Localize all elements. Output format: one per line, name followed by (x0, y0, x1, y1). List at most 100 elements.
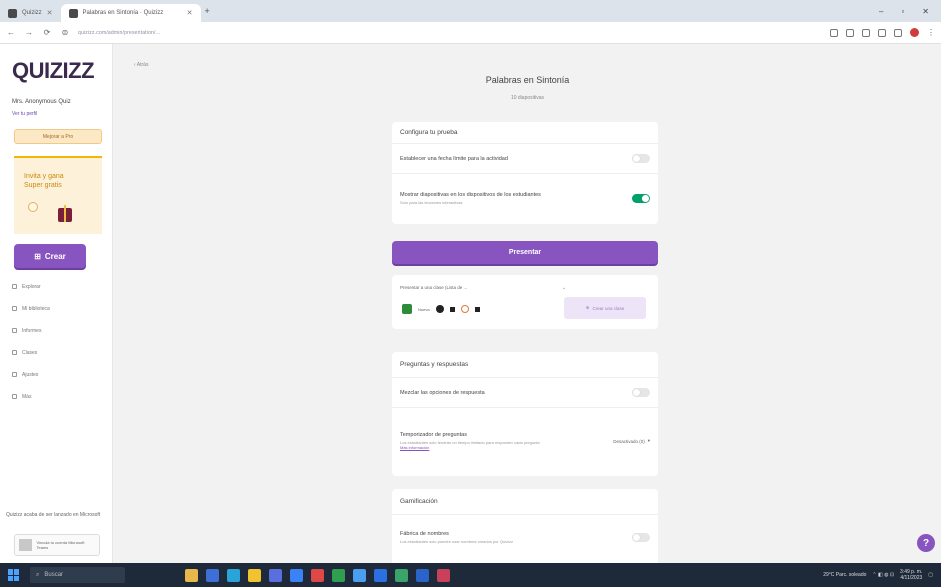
quizizz-logo[interactable]: QUIZIZZ (12, 58, 95, 84)
settings-icon (12, 372, 17, 377)
install-icon[interactable] (830, 28, 838, 37)
sidebar-item-reports[interactable]: Informes (12, 326, 50, 335)
shuffle-row: Mezclar las opciones de respuesta (392, 378, 658, 408)
google-classroom-icon[interactable] (402, 304, 412, 314)
shuffle-toggle[interactable] (632, 388, 650, 397)
sidebar-item-more[interactable]: Más (12, 392, 50, 401)
deadline-toggle[interactable] (632, 154, 650, 163)
back-link[interactable]: ‹ Atrás (134, 62, 148, 68)
taskbar-apps (185, 568, 450, 582)
name-factory-toggle[interactable] (632, 532, 650, 542)
bookmark-star-icon[interactable] (846, 28, 854, 37)
schoology-icon[interactable] (460, 305, 469, 313)
explore-icon (12, 284, 17, 289)
gamification-card: Gamificación Fábrica de nombres Los estu… (392, 489, 658, 563)
page-title: Palabras en Sintonía (485, 75, 570, 85)
store-icon[interactable] (269, 568, 282, 582)
sidebar-item-explore[interactable]: Explorar (12, 282, 50, 291)
present-button[interactable]: Presentar (392, 241, 658, 264)
timer-more-info-link[interactable]: Más información (400, 445, 593, 450)
app-icon[interactable] (437, 568, 450, 582)
create-class-button[interactable]: ⊕ Crear una clase (564, 297, 646, 319)
microsoft-teams-link[interactable]: Vincula tu cuenta Microsoft Teams (14, 534, 100, 556)
chrome-icon[interactable] (332, 568, 345, 582)
app-icon[interactable] (353, 568, 366, 582)
reload-icon[interactable]: ⟳ (42, 28, 52, 37)
questions-heading: Preguntas y respuestas (392, 352, 658, 378)
forward-arrow-icon[interactable]: → (24, 28, 34, 37)
promo-card[interactable]: Invita y gana Super gratis (14, 156, 102, 234)
profile-avatar-icon[interactable] (910, 28, 919, 37)
timer-dropdown[interactable]: Desactivado (0) ▾ (613, 438, 650, 444)
address-bar: ← → ⟳ ⊜ quizizz.com/admin/presentation/.… (0, 22, 941, 44)
system-tray: 29°C Parc. soleado ⌃ ◧ ◍ ⊡ 3:49 p. m. 4/… (823, 569, 933, 581)
notifications-icon[interactable]: ▢ (928, 572, 933, 578)
clock[interactable]: 3:49 p. m. 4/11/2023 (900, 569, 922, 581)
windows-start-icon[interactable] (8, 569, 20, 581)
sidebar-item-classes[interactable]: Clases (12, 348, 50, 357)
teams-image-icon (19, 539, 33, 551)
canvas-icon[interactable] (435, 305, 444, 313)
show-slides-sub: Solo para las lecciones interactivas (400, 199, 463, 205)
classes-icon (12, 350, 17, 355)
sidebar-item-label: Mi biblioteca (22, 305, 50, 312)
edge-icon[interactable] (227, 568, 240, 582)
teams-link-label: Vincula tu cuenta Microsoft Teams (36, 540, 85, 550)
shuffle-label: Mezclar las opciones de respuesta (400, 389, 485, 396)
weather-status[interactable]: 29°C Parc. soleado (823, 572, 866, 578)
upgrade-button[interactable]: Mejorar a Pro (14, 129, 102, 144)
timer-row: Temporizador de preguntas Los estudiante… (392, 408, 658, 474)
app-icon[interactable] (416, 568, 429, 582)
more-icon (12, 394, 17, 399)
sidebar-item-label: Informes (22, 327, 42, 334)
app-icon[interactable] (395, 568, 408, 582)
tab-close-icon[interactable]: ✕ (187, 9, 193, 17)
tab-label: Palabras en Sintonía · Quizizz (82, 10, 164, 16)
weather-widget-icon[interactable] (185, 568, 198, 582)
file-explorer-icon[interactable] (248, 568, 261, 582)
show-slides-toggle[interactable] (632, 193, 650, 203)
help-button[interactable]: ? (917, 534, 935, 552)
mail-icon[interactable] (290, 568, 303, 582)
toolbar-icons: ⋮ (830, 28, 935, 37)
promo-text: Invita y gana Super gratis (24, 173, 64, 189)
app-icon[interactable] (311, 568, 324, 582)
task-view-icon[interactable] (206, 568, 219, 582)
maximize-icon[interactable]: ▫ (901, 7, 904, 16)
tab-close-icon[interactable]: ✕ (47, 9, 53, 17)
coin-icon (28, 202, 38, 212)
extensions-icon[interactable] (862, 28, 870, 37)
minimize-icon[interactable]: – (879, 7, 883, 16)
site-info-icon[interactable]: ⊜ (60, 28, 70, 37)
window-close-icon[interactable]: ✕ (922, 7, 929, 16)
tray-icons[interactable]: ⌃ ◧ ◍ ⊡ (872, 572, 894, 578)
url-field[interactable]: quizizz.com/admin/presentation/... (78, 30, 822, 36)
class-select[interactable]: Presentar a una clase (Lista de ... (400, 285, 467, 290)
back-arrow-icon[interactable]: ← (6, 28, 16, 37)
new-tab-icon[interactable]: + (205, 6, 210, 16)
lock-icon (474, 306, 480, 312)
create-button-label: Crear (44, 251, 66, 261)
downloads-icon[interactable] (894, 28, 902, 37)
sidebar-item-label: Explorar (22, 283, 41, 290)
browser-menu-icon[interactable]: ⋮ (927, 28, 935, 37)
view-profile-link[interactable]: Ver tu perfil (12, 111, 37, 117)
taskbar-search[interactable]: ⌕ Buscar (30, 567, 125, 583)
browser-tab-active[interactable]: Palabras en Sintonía · Quizizz ✕ (60, 4, 201, 22)
sidebar-item-library[interactable]: Mi biblioteca (12, 304, 50, 313)
browser-tab[interactable]: Quizizz ✕ (0, 4, 61, 22)
sidebar-item-settings[interactable]: Ajustes (12, 370, 50, 379)
gift-icon (58, 205, 72, 222)
show-slides-label: Mostrar diapositivas en los dispositivos… (400, 191, 541, 198)
tab-favicon-icon (68, 8, 78, 18)
taskbar: ⌕ Buscar 29°C Parc. soleado ⌃ ◧ ◍ ⊡ 3:49… (0, 563, 941, 587)
sidebar-item-label: Más (22, 393, 32, 400)
app-icon[interactable] (374, 568, 387, 582)
reports-icon (12, 328, 17, 333)
library-icon (12, 306, 17, 311)
chevron-down-icon[interactable]: ⌄ (562, 285, 566, 291)
sidebar: QUIZIZZ Mrs. Anonymous Quiz Ver tu perfi… (0, 44, 113, 563)
create-button[interactable]: ⊞ Crear (14, 244, 86, 268)
deadline-label: Establecer una fecha límite para la acti… (400, 155, 508, 162)
sidepanel-icon[interactable] (878, 28, 886, 37)
